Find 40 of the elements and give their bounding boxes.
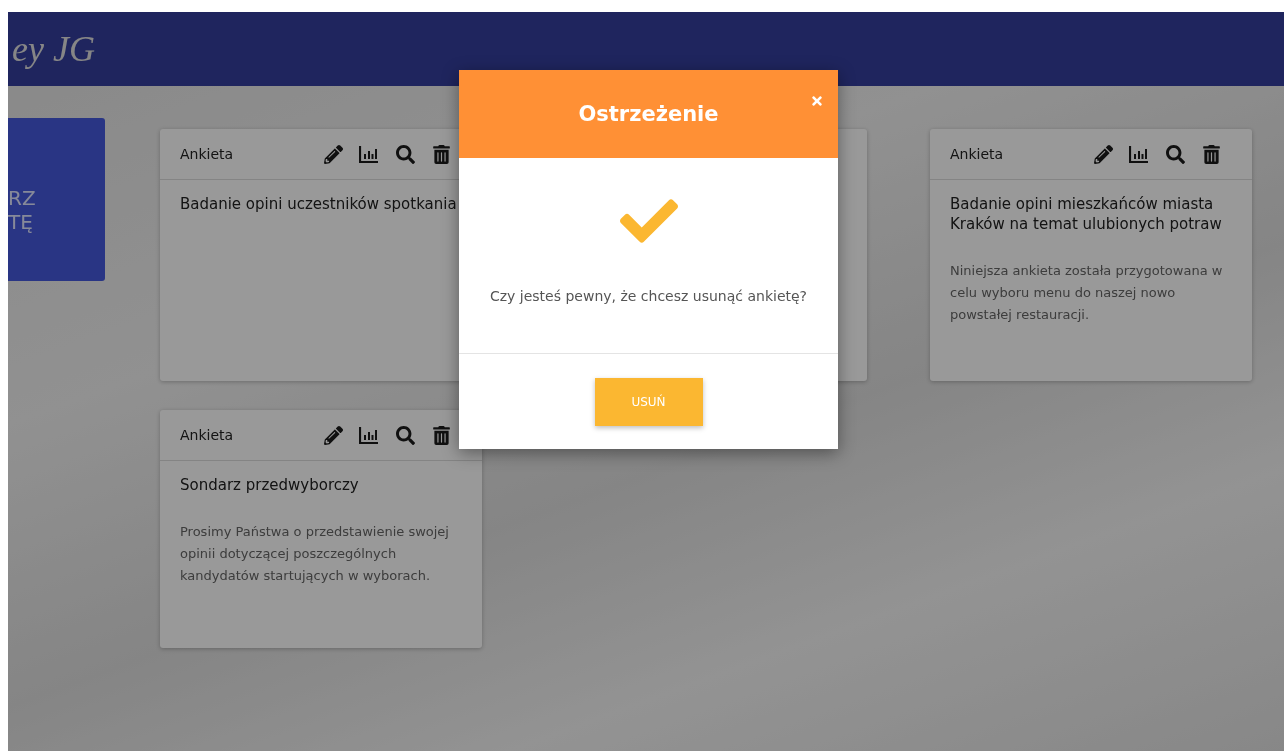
close-icon	[810, 94, 824, 108]
trash-icon	[431, 144, 451, 164]
tile-label: TĘ	[8, 209, 34, 234]
pencil-icon	[1093, 144, 1113, 164]
chart-icon	[359, 426, 379, 444]
dialog-message: Czy jesteś pewny, że chcesz usunąć ankietę?	[489, 288, 808, 304]
stats-button[interactable]	[358, 424, 380, 446]
card-title: Badanie opini mieszkańców miasta Kraków na temat ulubionych potraw	[950, 194, 1223, 234]
chart-icon	[359, 145, 379, 163]
search-button[interactable]	[1164, 143, 1186, 165]
pencil-icon	[323, 144, 343, 164]
edit-button[interactable]	[322, 143, 344, 165]
search-button[interactable]	[394, 143, 416, 165]
stats-button[interactable]	[1128, 143, 1150, 165]
card-title: Sondarz przedwyborczy	[180, 475, 360, 495]
delete-button[interactable]	[430, 143, 452, 165]
dialog-title: Ostrzeżenie	[578, 102, 719, 126]
pencil-icon	[323, 425, 343, 445]
card-description: Niniejsza ankieta została przygotowana w celu wyboru menu do naszej nowo powstałej restauracji.	[950, 262, 1224, 324]
card-label: Ankieta	[180, 427, 235, 443]
card-description: Prosimy Państwa o przedstawienie swojej opinii dotyczącej poszczególnych kandydatów startujących w wyborach.	[180, 523, 450, 585]
search-icon	[395, 425, 415, 445]
edit-button[interactable]	[1092, 143, 1114, 165]
search-button[interactable]	[394, 424, 416, 446]
card-label: Ankieta	[950, 146, 1005, 162]
tile-label: RZ	[8, 185, 37, 210]
trash-icon	[431, 425, 451, 445]
create-survey-tile[interactable]: RZ TĘ	[8, 118, 105, 281]
card-title: Badanie opini uczestników spotkania	[180, 194, 458, 214]
stats-button[interactable]	[358, 143, 380, 165]
card-label: Ankieta	[180, 146, 235, 162]
chart-icon	[1129, 145, 1149, 163]
search-icon	[1165, 144, 1185, 164]
delete-button[interactable]	[1200, 143, 1222, 165]
trash-icon	[1201, 144, 1221, 164]
delete-button[interactable]	[430, 424, 452, 446]
logo: ey JG	[12, 28, 95, 70]
edit-button[interactable]	[322, 424, 344, 446]
search-icon	[395, 144, 415, 164]
delete-confirm-button[interactable]: USUŃ	[594, 377, 703, 426]
